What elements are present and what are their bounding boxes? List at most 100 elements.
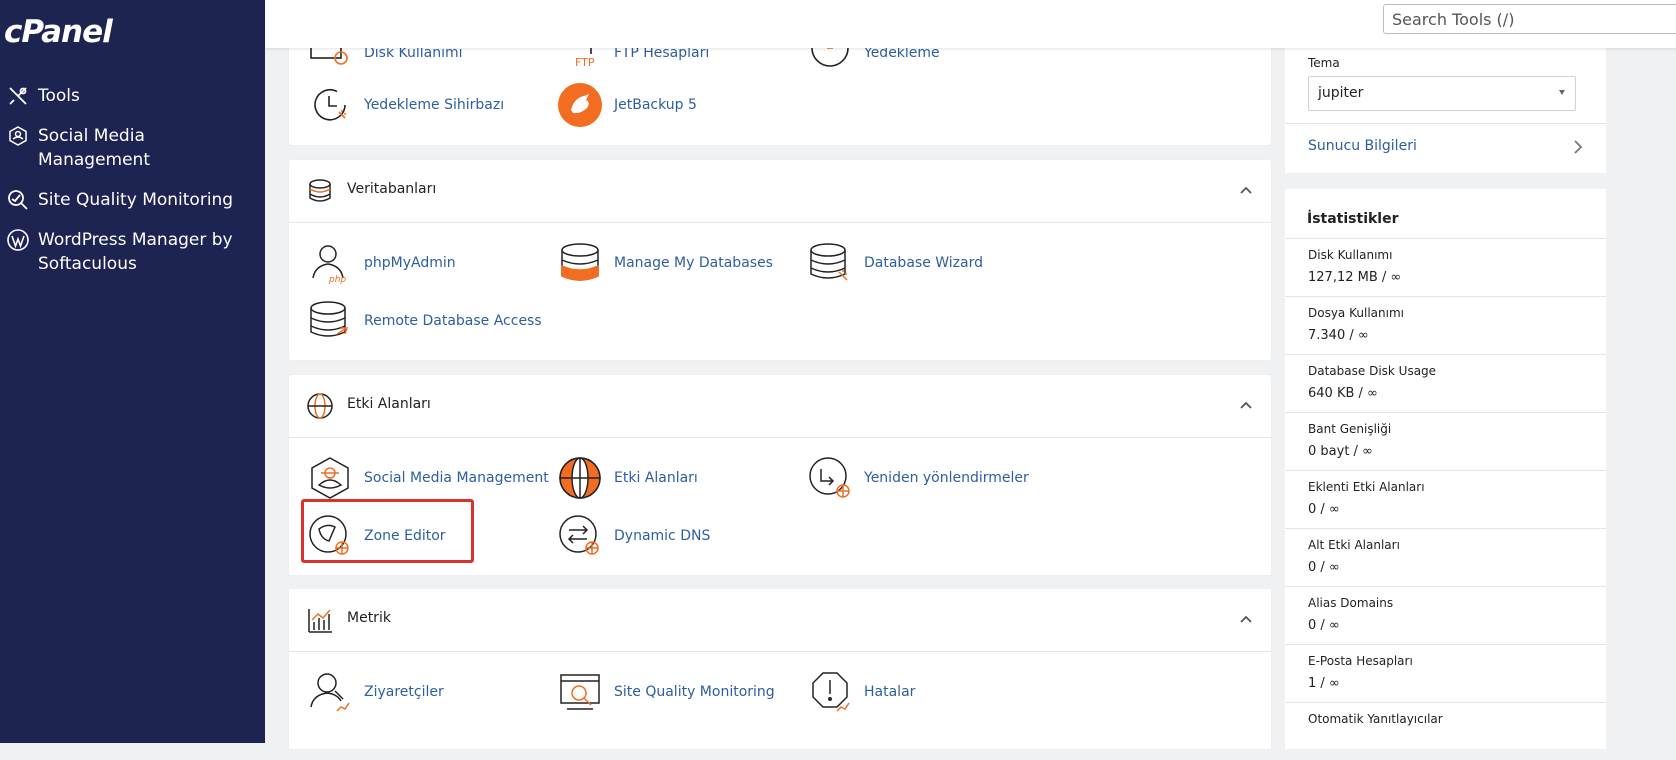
panel-title: Veritabanları [347, 181, 437, 197]
redirect-icon [809, 457, 850, 498]
theme-label: Tema [1308, 56, 1340, 70]
server-info-label: Sunucu Bilgileri [1308, 138, 1417, 154]
sidebar-item-label: Site Quality Monitoring [38, 190, 234, 210]
tool-domains[interactable]: Etki Alanları [557, 455, 698, 501]
tool-redirects[interactable]: Yeniden yönlendirmeler [807, 455, 1029, 501]
theme-select[interactable]: jupiter [1308, 76, 1576, 111]
databases-panel-header[interactable]: Veritabanları [289, 160, 1271, 223]
tool-errors[interactable]: Hatalar [807, 669, 915, 715]
domains-globe-icon [559, 457, 601, 499]
tool-label: Manage My Databases [614, 255, 773, 271]
stat-row: E-Posta Hesapları 1 / ∞ [1285, 644, 1606, 702]
wordpress-icon [7, 229, 29, 251]
remote-database-icon [310, 301, 349, 337]
statistics-title: İstatistikler [1307, 211, 1399, 227]
tool-label: Hatalar [864, 684, 916, 700]
stat-value: 640 KB / ∞ [1308, 386, 1378, 401]
stat-row: Database Disk Usage 640 KB / ∞ [1285, 354, 1606, 412]
stat-label: Database Disk Usage [1308, 364, 1437, 378]
sidebar-item-label: Tools [38, 86, 80, 106]
sidebar-item-label: WordPress Manager by Softaculous [38, 230, 233, 274]
panel-title: Etki Alanları [347, 396, 431, 412]
tool-database-wizard[interactable]: Database Wizard [807, 240, 983, 286]
sidebar-item-label: Social Media Management [38, 126, 150, 170]
stat-value: 0 / ∞ [1308, 618, 1340, 633]
social-media-icon [311, 457, 349, 499]
tool-site-quality-monitoring[interactable]: Site Quality Monitoring [557, 669, 775, 715]
tool-manage-databases[interactable]: Manage My Databases [557, 240, 773, 286]
chevron-up-icon[interactable] [1239, 398, 1253, 412]
stat-label: Otomatik Yanıtlayıcılar [1308, 712, 1443, 726]
sidebar-item-wordpress[interactable]: WordPress Manager by Softaculous [6, 228, 243, 276]
metrics-panel: Metrik Ziyaretçiler Site Quality Monitor… [289, 589, 1271, 749]
tool-phpmyadmin[interactable]: php phpMyAdmin [307, 240, 456, 286]
stat-row: Bant Genişliği 0 bayt / ∞ [1285, 412, 1606, 470]
stat-row: Eklenti Etki Alanları 0 / ∞ [1285, 470, 1606, 528]
dropdown-arrow-icon [1559, 90, 1565, 95]
stat-row: Alias Domains 0 / ∞ [1285, 586, 1606, 644]
stat-value: 7.340 / ∞ [1308, 328, 1369, 343]
zone-editor-highlight [301, 499, 474, 563]
tool-label: Remote Database Access [364, 313, 542, 329]
theme-select-value: jupiter [1318, 85, 1364, 101]
metrics-panel-header[interactable]: Metrik [289, 589, 1271, 652]
tool-label: Ziyaretçiler [364, 684, 444, 700]
stat-value: 1 / ∞ [1308, 676, 1340, 691]
cpanel-logo[interactable]: cPanel [4, 14, 113, 50]
stat-row: Dosya Kullanımı 7.340 / ∞ [1285, 296, 1606, 354]
stat-label: Disk Kullanımı [1308, 248, 1393, 262]
stat-value: 0 / ∞ [1308, 560, 1340, 575]
databases-panel: Veritabanları php phpMyAdmin Manage My D… [289, 160, 1271, 360]
tool-label: phpMyAdmin [364, 255, 456, 271]
statistics-card: İstatistikler Disk Kullanımı 127,12 MB /… [1285, 189, 1606, 749]
tool-label: Social Media Management [364, 470, 549, 486]
sidebar-item-tools[interactable]: Tools [6, 84, 243, 108]
dynamic-dns-icon [559, 515, 599, 555]
globe-icon [307, 393, 333, 419]
stat-value: 127,12 MB / ∞ [1308, 270, 1402, 285]
stat-label: Eklenti Etki Alanları [1308, 480, 1425, 494]
domains-panel-header[interactable]: Etki Alanları [289, 375, 1271, 438]
stat-label: E-Posta Hesapları [1308, 654, 1413, 668]
tool-dynamic-dns[interactable]: Dynamic DNS [557, 513, 710, 559]
magnifier-icon [8, 190, 28, 210]
visitors-icon [310, 673, 350, 712]
sidebar-item-social-media[interactable]: Social Media Management [6, 124, 243, 172]
backup-wizard-icon [314, 89, 346, 121]
errors-icon [812, 672, 850, 712]
stat-row: Disk Kullanımı 127,12 MB / ∞ [1285, 238, 1606, 296]
server-info-link[interactable]: Sunucu Bilgileri [1285, 123, 1606, 171]
bar-chart-icon [308, 609, 332, 633]
tool-visitors[interactable]: Ziyaretçiler [307, 669, 444, 715]
tool-label: Yeniden yönlendirmeler [864, 470, 1029, 486]
chevron-up-icon[interactable] [1239, 183, 1253, 197]
tool-label: JetBackup 5 [614, 97, 697, 113]
tool-jetbackup[interactable]: JetBackup 5 [557, 82, 697, 128]
tool-social-media-management[interactable]: Social Media Management [307, 455, 549, 501]
jetbackup-icon [558, 83, 602, 127]
manage-databases-icon [561, 243, 599, 281]
stat-row: Otomatik Yanıtlayıcılar [1285, 702, 1606, 760]
chevron-up-icon[interactable] [1239, 612, 1253, 626]
tool-backup-wizard[interactable]: Yedekleme Sihirbazı [307, 82, 504, 128]
stat-label: Bant Genişliği [1308, 422, 1392, 436]
tool-label: Database Wizard [864, 255, 983, 271]
chevron-right-icon [1574, 140, 1583, 154]
svg-text:FTP: FTP [575, 56, 595, 69]
stat-label: Dosya Kullanımı [1308, 306, 1404, 320]
sidebar-item-site-quality[interactable]: Site Quality Monitoring [6, 188, 243, 212]
general-info-card: Tema jupiter Sunucu Bilgileri [1285, 48, 1606, 173]
site-quality-icon [560, 674, 600, 710]
database-icon [309, 179, 331, 202]
tool-label: Dynamic DNS [614, 528, 711, 544]
sidebar: cPanel Tools Social Media Management Sit… [0, 0, 265, 743]
panel-title: Metrik [347, 610, 391, 626]
social-media-icon [9, 126, 27, 146]
search-tools-input[interactable] [1383, 4, 1676, 34]
stat-row: Alt Etki Alanları 0 / ∞ [1285, 528, 1606, 586]
tool-remote-database-access[interactable]: Remote Database Access [307, 298, 542, 344]
svg-text:php: php [328, 275, 346, 285]
stat-value: 0 bayt / ∞ [1308, 444, 1373, 459]
tool-label: Site Quality Monitoring [614, 684, 775, 700]
tool-label: Etki Alanları [614, 470, 698, 486]
